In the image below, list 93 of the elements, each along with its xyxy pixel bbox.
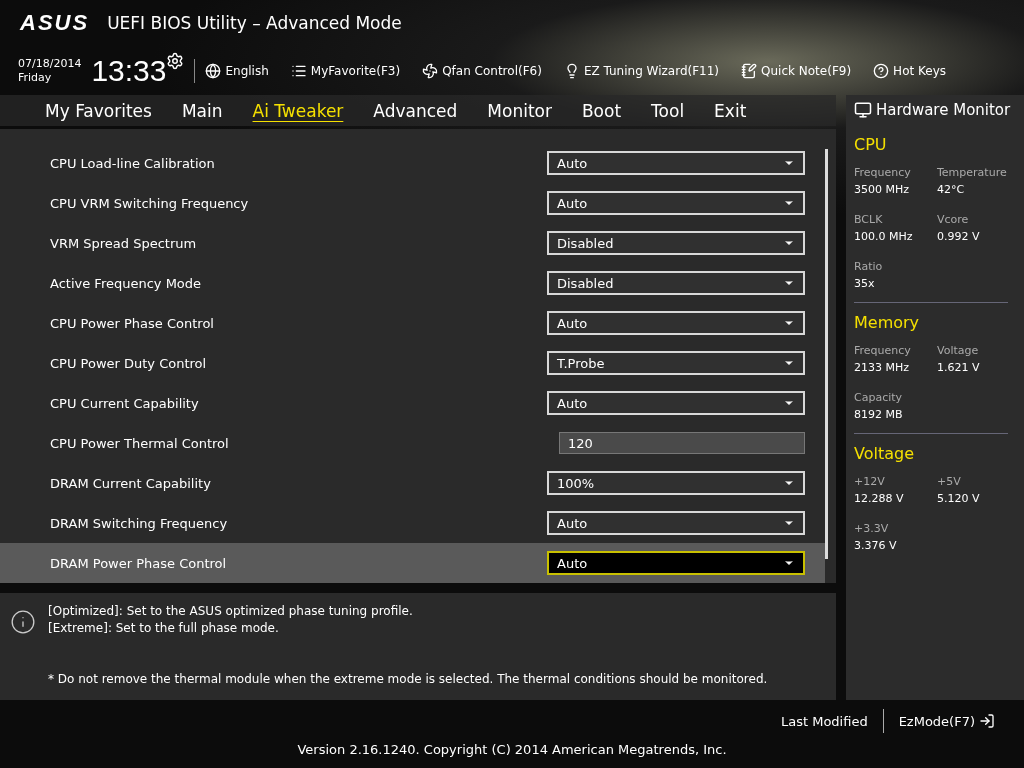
metric-value: 100.0 MHz bbox=[854, 230, 914, 243]
selected-row[interactable]: DRAM Power Phase Control Auto bbox=[0, 543, 825, 584]
setting-label: CPU Load-line Calibration bbox=[50, 155, 215, 171]
setting-row[interactable]: CPU Load-line Calibration Auto bbox=[0, 143, 825, 184]
dropdown[interactable]: Disabled bbox=[547, 231, 805, 256]
day-text: Friday bbox=[18, 70, 53, 85]
setting-label: CPU Power Thermal Control bbox=[50, 435, 229, 451]
setting-row[interactable]: Active Frequency Mode Disabled bbox=[0, 263, 825, 304]
metric-value: 0.992 V bbox=[937, 230, 981, 243]
dropdown[interactable]: Auto bbox=[547, 191, 805, 216]
setting-label: CPU Power Phase Control bbox=[50, 315, 214, 331]
panel-title: Hardware Monitor bbox=[876, 101, 1011, 119]
metric-label: Temperature bbox=[937, 166, 1008, 179]
setting-label: CPU VRM Switching Frequency bbox=[50, 195, 249, 211]
setting-label: DRAM Current Capability bbox=[50, 475, 211, 491]
metric-label: Ratio bbox=[854, 260, 884, 273]
setting-row[interactable]: VRM Spread Spectrum Disabled bbox=[0, 223, 825, 264]
dropdown[interactable]: Auto bbox=[547, 311, 805, 336]
dropdown[interactable]: Auto bbox=[547, 391, 805, 416]
globe-icon bbox=[205, 62, 222, 79]
toolbar-button[interactable]: Qfan Control(F6) bbox=[422, 62, 542, 79]
clock-time: 13:33 bbox=[91, 53, 167, 88]
dropdown[interactable]: T.Probe bbox=[547, 351, 805, 376]
metric-label: Frequency bbox=[854, 166, 912, 179]
metric-value: 3500 MHz bbox=[854, 183, 911, 196]
toolbar-button[interactable]: Quick Note(F9) bbox=[741, 62, 852, 79]
toolbar-button[interactable]: EZ Tuning Wizard(F11) bbox=[563, 62, 720, 79]
note-icon bbox=[741, 62, 758, 79]
toolbar-button[interactable]: English bbox=[205, 62, 269, 79]
setting-row[interactable]: CPU Power Phase Control Auto bbox=[0, 303, 825, 344]
metric-value: 3.376 V bbox=[854, 539, 898, 552]
menu-tab[interactable]: Main bbox=[166, 100, 238, 121]
date-text: 07/18/2014 bbox=[18, 56, 82, 71]
dropdown[interactable]: 100% bbox=[547, 471, 805, 496]
setting-row[interactable]: CPU Current Capability Auto bbox=[0, 383, 825, 424]
setting-label: DRAM Switching Frequency bbox=[50, 515, 228, 531]
metric-label: Frequency bbox=[854, 344, 912, 357]
setting-label: CPU Power Duty Control bbox=[50, 355, 207, 371]
metric-value: 1.621 V bbox=[937, 361, 981, 374]
setting-label: DRAM Power Phase Control bbox=[50, 555, 227, 571]
help-icon bbox=[873, 62, 890, 79]
input-field[interactable]: 120 bbox=[559, 432, 805, 455]
scrollbar[interactable] bbox=[825, 149, 828, 560]
settings-icon[interactable] bbox=[166, 52, 185, 70]
menu-tab[interactable]: Boot bbox=[566, 100, 637, 121]
dropdown[interactable]: Disabled bbox=[547, 271, 805, 296]
menu-tab[interactable]: My Favorites bbox=[30, 100, 167, 121]
metric-value: 12.288 V bbox=[854, 492, 905, 505]
version-text: Version 2.16.1240. Copyright (C) 2014 American Megatrends, Inc. bbox=[297, 742, 727, 757]
window-title: UEFI BIOS Utility – Advanced Mode bbox=[107, 13, 402, 33]
ezmode-button[interactable]: EzMode(F7) bbox=[883, 713, 1010, 729]
monitor-icon bbox=[854, 101, 872, 119]
metric-value: 2133 MHz bbox=[854, 361, 911, 374]
help-note: * Do not remove the thermal module when the extreme mode is selected. The thermal conditions should be monitored. bbox=[48, 671, 769, 689]
setting-row[interactable]: CPU Power Duty Control T.Probe bbox=[0, 343, 825, 384]
metric-value: 35x bbox=[854, 277, 876, 290]
menu-tab[interactable]: Tool bbox=[636, 100, 700, 121]
menu-tab[interactable]: Ai Tweaker bbox=[237, 100, 359, 121]
menu-tab[interactable]: Exit bbox=[699, 100, 762, 121]
metric-label: +5V bbox=[937, 475, 962, 488]
metric-label: +12V bbox=[854, 475, 886, 488]
menu-tab[interactable]: Advanced bbox=[358, 100, 473, 121]
metric-label: Vcore bbox=[937, 213, 970, 226]
help-text: [Optimized]: Set to the ASUS optimized phase tuning profile. bbox=[48, 603, 414, 621]
toolbar-button[interactable]: Hot Keys bbox=[873, 62, 946, 79]
setting-row[interactable]: CPU VRM Switching Frequency Auto bbox=[0, 183, 825, 224]
dropdown[interactable]: Auto bbox=[547, 511, 805, 536]
setting-label: VRM Spread Spectrum bbox=[50, 235, 197, 251]
metric-value: 8192 MB bbox=[854, 408, 904, 421]
metric-label: Capacity bbox=[854, 391, 904, 404]
last-modified-button[interactable]: Last Modified bbox=[765, 713, 883, 729]
help-text: [Extreme]: Set to the full phase mode. bbox=[48, 620, 280, 638]
metric-label: Voltage bbox=[937, 344, 980, 357]
setting-row[interactable]: DRAM Switching Frequency Auto bbox=[0, 503, 825, 544]
dropdown[interactable]: Auto bbox=[547, 151, 805, 176]
toolbar-button[interactable]: MyFavorite(F3) bbox=[290, 62, 401, 79]
metric-value: 5.120 V bbox=[937, 492, 981, 505]
setting-row[interactable]: CPU Power Thermal Control 120 bbox=[0, 423, 825, 464]
menu-tab[interactable]: Monitor bbox=[472, 100, 567, 121]
section-title: Voltage bbox=[854, 444, 915, 463]
setting-row[interactable]: DRAM Current Capability 100% bbox=[0, 463, 825, 504]
setting-label: Active Frequency Mode bbox=[50, 275, 202, 291]
setting-label: CPU Current Capability bbox=[50, 395, 199, 411]
fan-icon bbox=[422, 62, 439, 79]
dropdown[interactable]: Auto bbox=[547, 551, 805, 576]
section-title: Memory bbox=[854, 313, 921, 332]
metric-value: 42°C bbox=[937, 183, 966, 196]
exit-icon bbox=[979, 713, 995, 729]
info-icon bbox=[10, 609, 36, 636]
metric-label: +3.3V bbox=[854, 522, 890, 535]
brand-logo: ASUS bbox=[20, 10, 90, 36]
metric-label: BCLK bbox=[854, 213, 884, 226]
section-title: CPU bbox=[854, 135, 888, 154]
